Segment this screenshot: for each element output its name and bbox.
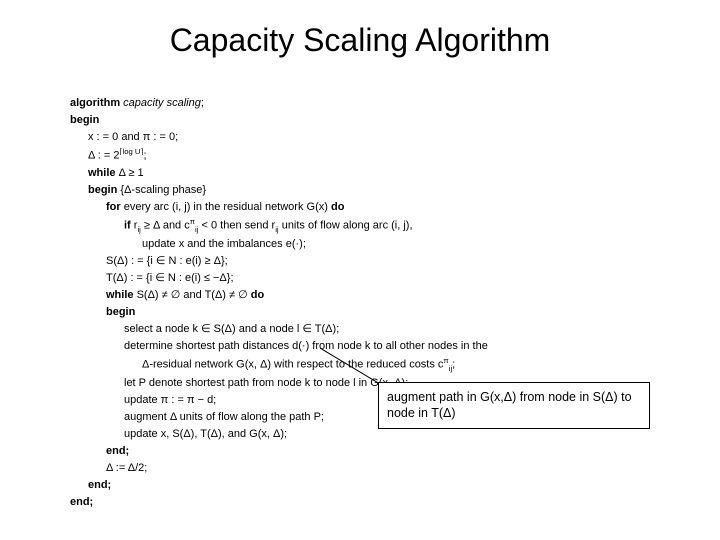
text: ;: [143, 150, 146, 162]
kw-begin: begin: [70, 304, 488, 321]
kw-while: while: [88, 167, 119, 179]
text: ≥ Δ and c: [141, 220, 190, 232]
algo-line: algorithm capacity scaling;: [70, 95, 488, 112]
text: ;: [452, 359, 455, 371]
algo-line: S(Δ) : = {i ∈ N : e(i) ≥ Δ};: [70, 253, 488, 270]
text: S(Δ) ≠ ∅ and T(Δ) ≠ ∅: [137, 289, 251, 301]
algo-line: while S(Δ) ≠ ∅ and T(Δ) ≠ ∅ do: [70, 287, 488, 304]
kw-while: while: [106, 289, 137, 301]
algo-name: capacity scaling: [123, 97, 201, 109]
algo-line: T(Δ) : = {i ∈ N : e(i) ≤ −Δ};: [70, 270, 488, 287]
text: ;: [201, 97, 204, 109]
kw-begin: begin: [88, 184, 120, 196]
algo-line: update x, S(Δ), T(Δ), and G(x, Δ);: [70, 426, 488, 443]
kw-do: do: [251, 289, 264, 301]
text: Δ : = 2: [88, 150, 120, 162]
kw-algorithm: algorithm: [70, 97, 123, 109]
algorithm-block: algorithm capacity scaling; begin x : = …: [70, 95, 488, 511]
kw-for: for: [106, 201, 124, 213]
callout-box: augment path in G(x,Δ) from node in S(Δ)…: [378, 382, 650, 429]
algo-line: begin {Δ-scaling phase}: [70, 182, 488, 199]
algo-line: while Δ ≥ 1: [70, 165, 488, 182]
text: Δ ≥ 1: [119, 167, 144, 179]
algo-line: x : = 0 and π : = 0;: [70, 129, 488, 146]
algo-line: select a node k ∈ S(Δ) and a node l ∈ T(…: [70, 321, 488, 338]
algo-line: if rij ≥ Δ and cπij < 0 then send rij un…: [70, 216, 488, 236]
page-title: Capacity Scaling Algorithm: [0, 0, 720, 59]
text: < 0 then send r: [198, 220, 275, 232]
algo-line: Δ := Δ/2;: [70, 460, 488, 477]
algo-line: update x and the imbalances e(·);: [70, 236, 488, 253]
algo-line: Δ-residual network G(x, Δ) with respect …: [70, 355, 488, 375]
text: Δ-residual network G(x, Δ) with respect …: [142, 359, 443, 371]
algo-line: Δ : = 2⌈log U⌉;: [70, 146, 488, 165]
algo-line: for every arc (i, j) in the residual net…: [70, 199, 488, 216]
kw-if: if: [124, 220, 134, 232]
kw-begin: begin: [70, 112, 488, 129]
kw-end: end;: [70, 443, 488, 460]
kw-end: end;: [70, 494, 488, 511]
kw-end: end;: [70, 477, 488, 494]
text: units of flow along arc (i, j),: [279, 220, 413, 232]
text: every arc (i, j) in the residual network…: [124, 201, 331, 213]
kw-do: do: [331, 201, 344, 213]
exponent: ⌈log U⌉: [120, 147, 144, 156]
comment: {Δ-scaling phase}: [120, 184, 206, 196]
algo-line: determine shortest path distances d(·) f…: [70, 338, 488, 355]
